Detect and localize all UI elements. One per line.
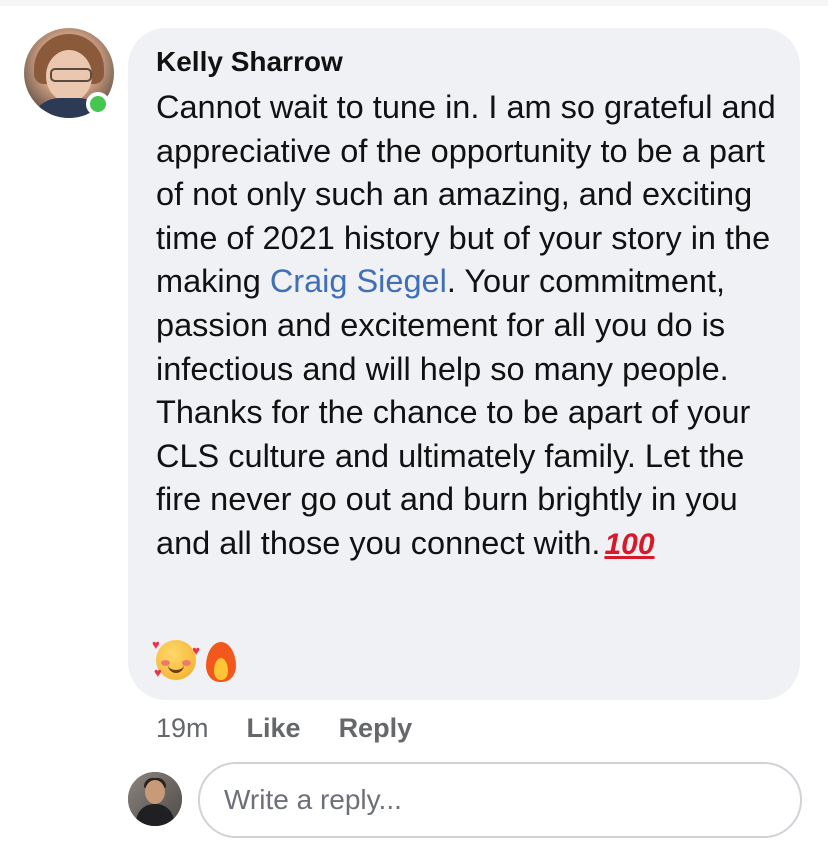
reply-input[interactable] xyxy=(198,762,802,838)
comment-emoji-row: ♥ ♥ ♥ xyxy=(152,636,238,684)
comment-timestamp[interactable]: 19m xyxy=(156,713,209,744)
hundred-points-icon: 100 xyxy=(604,527,655,561)
smiling-face-with-hearts-icon: ♥ ♥ ♥ xyxy=(152,637,200,680)
mention-link[interactable]: Craig Siegel xyxy=(270,263,447,299)
comment-author-name[interactable]: Kelly Sharrow xyxy=(156,46,343,78)
like-button[interactable]: Like xyxy=(247,713,301,744)
reply-button[interactable]: Reply xyxy=(339,713,413,744)
comment-text: Cannot wait to tune in. I am so grateful… xyxy=(156,86,786,567)
fire-icon xyxy=(204,638,238,682)
online-status-icon xyxy=(86,92,110,116)
comment-actions: 19m Like Reply xyxy=(156,710,412,746)
avatar-glasses xyxy=(50,68,92,82)
current-user-avatar[interactable] xyxy=(128,772,182,826)
top-divider xyxy=(0,0,828,6)
comment-text-after-mention: . Your commitment, passion and excitemen… xyxy=(156,263,751,561)
